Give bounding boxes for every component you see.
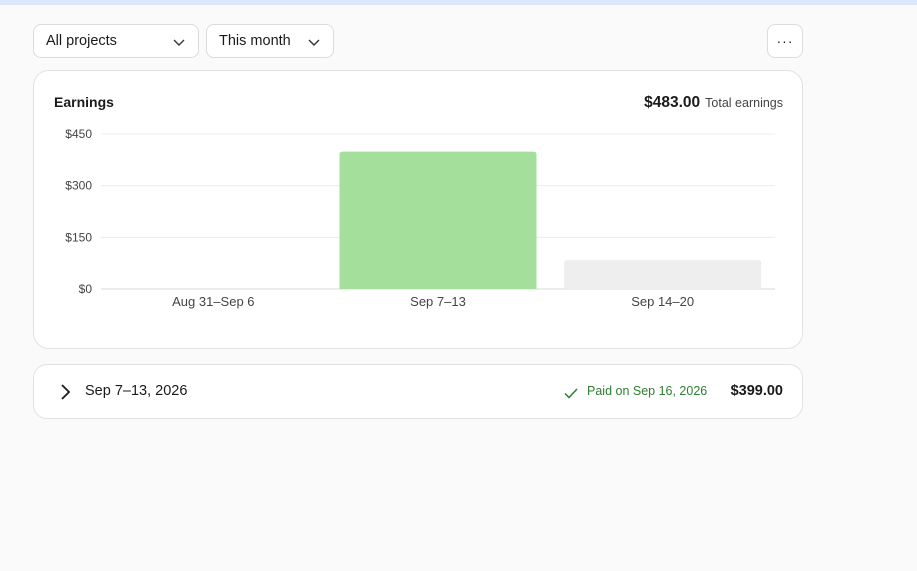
- y-tick-label: $450: [65, 127, 92, 141]
- earnings-bar-chart: $0 $150 $300 $450 Aug 31–Sep 6 Sep 7–13 Sep 14…: [65, 127, 775, 309]
- x-tick-label: Sep 14–20: [631, 294, 694, 309]
- payout-row[interactable]: Sep 7–13, 2026 Paid on Sep 16, 2026 $399…: [33, 364, 803, 419]
- earnings-card: Earnings $483.00 Total earnings $0 $150 $3…: [33, 70, 803, 349]
- period-filter-dropdown[interactable]: This month: [206, 24, 334, 58]
- payout-amount: $399.00: [730, 383, 783, 399]
- check-icon: [564, 388, 578, 399]
- chevron-down-icon: [173, 39, 185, 46]
- y-tick-label: $300: [65, 179, 92, 193]
- y-tick-label: $150: [65, 230, 92, 244]
- x-tick-label: Aug 31–Sep 6: [172, 294, 254, 309]
- project-filter-label: All projects: [46, 33, 117, 49]
- x-tick-label: Sep 7–13: [410, 294, 466, 309]
- chevron-down-icon: [308, 39, 320, 46]
- bar: [564, 260, 762, 289]
- bar: [339, 151, 537, 289]
- payout-status: Paid on Sep 16, 2026: [587, 384, 708, 398]
- more-icon: ···: [776, 33, 794, 49]
- top-strip: [0, 0, 917, 5]
- period-filter-label: This month: [219, 33, 291, 49]
- y-tick-label: $0: [79, 282, 93, 296]
- payout-period: Sep 7–13, 2026: [85, 383, 188, 399]
- more-options-button[interactable]: ···: [767, 24, 803, 58]
- project-filter-dropdown[interactable]: All projects: [33, 24, 199, 58]
- chevron-right-icon[interactable]: [58, 383, 74, 401]
